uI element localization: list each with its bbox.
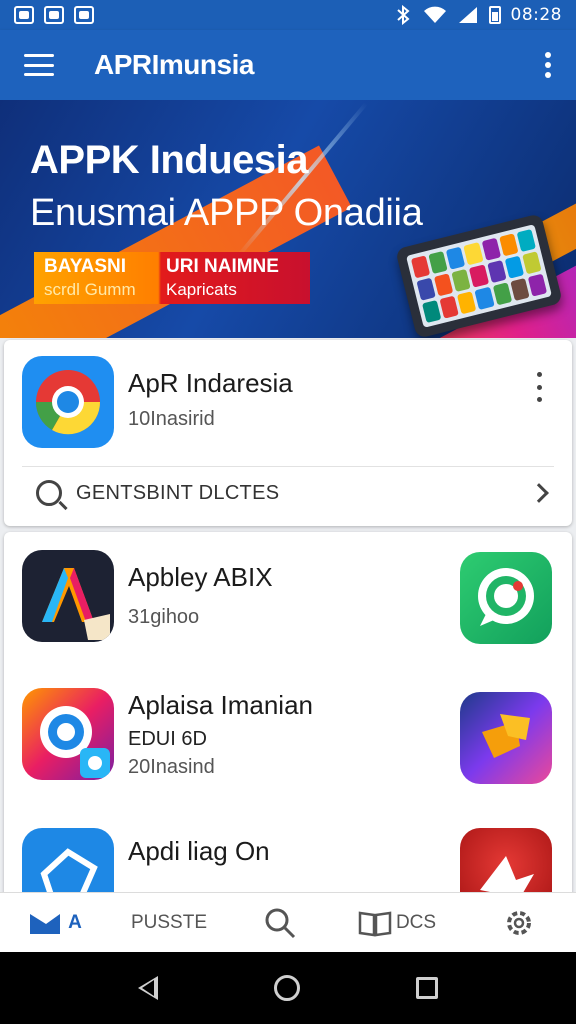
banner-tag: BAYASNI URI NAIMNE scrdl Gumm Kapricats <box>34 252 310 304</box>
banner-subheadline: Enusmai APPP Onadiia <box>30 192 423 234</box>
nav-posts[interactable]: PUSSTE <box>110 893 228 953</box>
nav-search[interactable] <box>228 893 332 953</box>
recent-apps-icon[interactable] <box>416 977 438 999</box>
featured-app-card[interactable]: ApR Indaresia 10Inasirid GENTSBINT DLCTE… <box>4 340 572 526</box>
search-label: GENTSBINT DLCTES <box>76 481 280 504</box>
nav-home[interactable]: A <box>0 893 110 953</box>
chevron-right-icon <box>529 483 549 503</box>
menu-icon[interactable] <box>24 54 54 76</box>
more-options-icon[interactable] <box>536 372 542 402</box>
banner-tag-text: scrdl Gumm <box>44 280 136 299</box>
featured-app-name: ApR Indaresia <box>128 368 293 398</box>
search-icon <box>36 480 62 506</box>
notification-icon <box>14 6 34 24</box>
app-bar: APRImunsia <box>0 30 576 100</box>
home-button-icon[interactable] <box>274 975 300 1001</box>
banner-tag-text: BAYASNI <box>44 256 127 277</box>
bluetooth-icon <box>396 5 410 25</box>
divider <box>22 466 554 467</box>
app-screen: 08:28 APRImunsia APPK Induesia Enusmai A… <box>0 0 576 1024</box>
banner-headline: APPK Induesia <box>30 138 309 182</box>
banner-tag-text: URI NAIMNE <box>166 256 279 277</box>
nav-settings[interactable] <box>462 893 576 953</box>
search-icon <box>265 908 296 938</box>
system-navigation <box>0 952 576 1024</box>
promo-banner[interactable]: APPK Induesia Enusmai APPP Onadiia BAYAS… <box>0 100 576 338</box>
app-name: Apbley ABIX <box>128 562 273 592</box>
status-bar: 08:28 <box>0 0 576 30</box>
app-meta: EDUI 6D <box>128 728 207 750</box>
browser-app-icon[interactable] <box>22 356 114 448</box>
status-time: 08:28 <box>510 5 562 25</box>
wifi-icon <box>423 6 446 23</box>
game-app-icon[interactable] <box>460 692 552 784</box>
notification-icon <box>44 6 64 24</box>
signal-icon <box>458 7 477 23</box>
book-icon <box>358 911 392 936</box>
bottom-navigation: A PUSSTE DCS <box>0 892 576 952</box>
home-icon <box>30 913 61 934</box>
nav-home-label: A <box>68 911 82 933</box>
app-name: Aplaisa Imanian <box>128 690 313 720</box>
status-notifications <box>14 6 94 24</box>
featured-app-meta: 10Inasirid <box>128 408 215 430</box>
status-indicators: 08:28 <box>393 5 563 25</box>
app-meta: 20Inasind <box>128 756 215 778</box>
chat-app-icon[interactable] <box>460 552 552 644</box>
app-list-card: Apbley ABIX 31gihoo Aplaisa Imanian EDUI… <box>4 532 572 912</box>
app-meta: 31gihoo <box>128 606 200 628</box>
back-icon[interactable] <box>138 976 158 1000</box>
nav-docs[interactable]: DCS <box>332 893 462 953</box>
nav-docs-label: DCS <box>395 911 437 933</box>
battery-icon <box>488 6 501 24</box>
gear-icon <box>507 910 531 935</box>
image-notification-icon <box>74 6 94 24</box>
app-name: Apdi liag On <box>128 836 270 866</box>
app-title: APRImunsia <box>94 49 254 80</box>
app-icon[interactable] <box>22 550 114 642</box>
banner-tag-text: Kapricats <box>166 280 237 299</box>
more-options-icon[interactable] <box>544 52 552 78</box>
app-icon[interactable] <box>22 688 114 780</box>
nav-posts-label: PUSSTE <box>130 911 208 933</box>
search-row[interactable]: GENTSBINT DLCTES <box>22 468 554 518</box>
